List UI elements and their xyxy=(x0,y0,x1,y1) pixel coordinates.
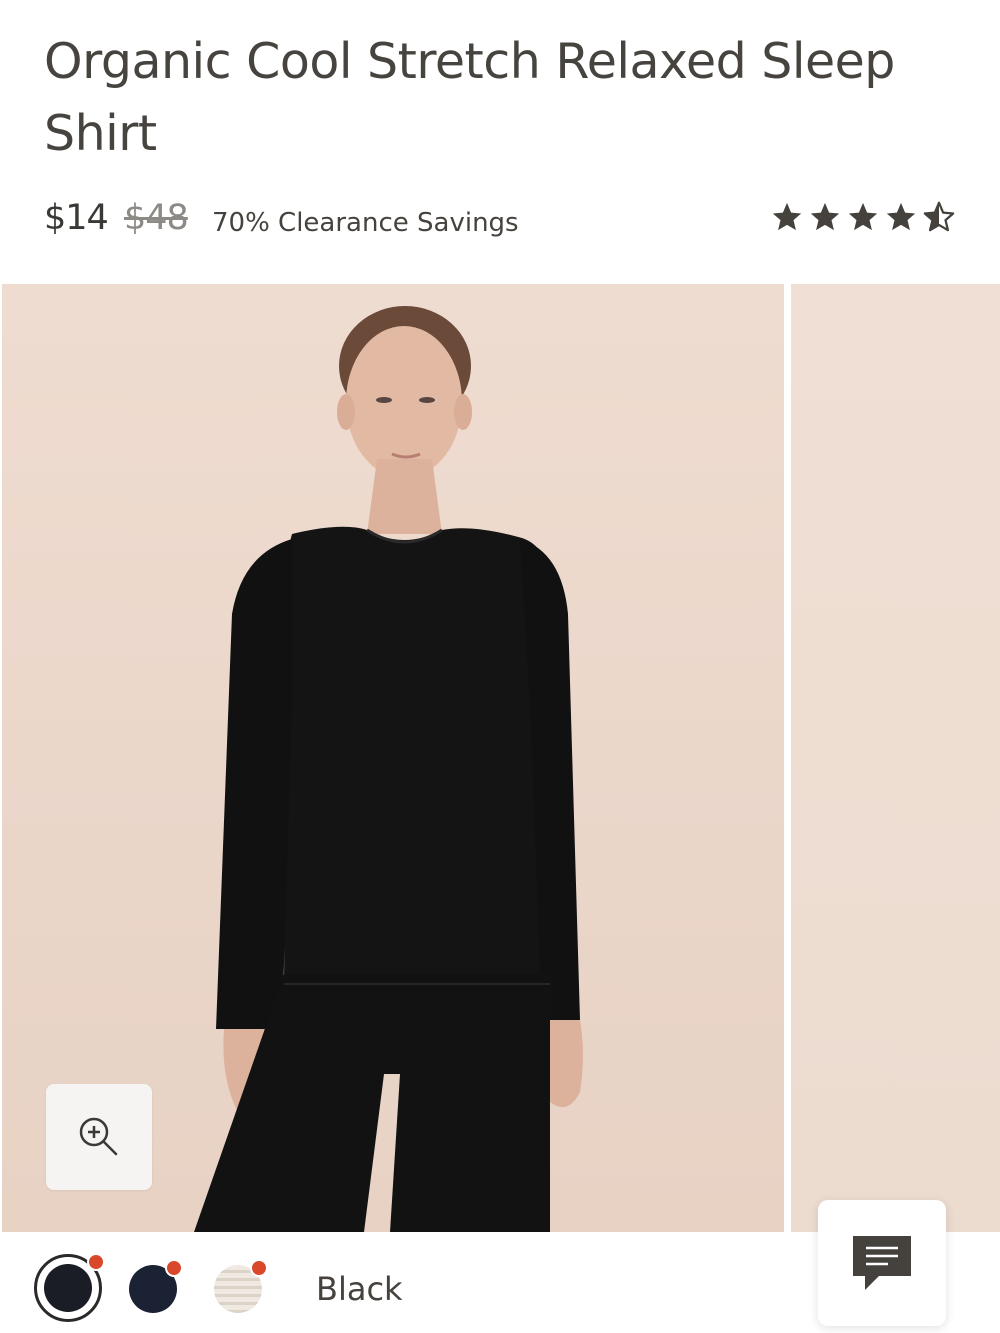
star-full-icon xyxy=(886,202,916,231)
swatch-badge xyxy=(250,1259,268,1277)
product-image-gallery[interactable] xyxy=(0,284,1000,1232)
chat-button[interactable] xyxy=(818,1200,946,1326)
original-price: $48 xyxy=(124,198,189,238)
star-half-icon xyxy=(923,201,955,232)
product-image-next[interactable] xyxy=(791,284,1000,1232)
star-full-icon xyxy=(772,202,802,231)
swatch-badge xyxy=(87,1253,105,1271)
price-row: $14 $48 70% Clearance Savings xyxy=(44,196,956,246)
star-full-icon xyxy=(848,202,878,231)
color-swatch-navy[interactable] xyxy=(129,1259,183,1313)
swatch-badge xyxy=(165,1259,183,1277)
zoom-button[interactable] xyxy=(46,1084,152,1190)
color-swatch-stripe[interactable] xyxy=(214,1259,268,1313)
current-price: $14 xyxy=(44,198,109,238)
star-full-icon xyxy=(810,202,840,231)
zoom-in-icon xyxy=(79,1117,118,1156)
selected-color-label: Black xyxy=(316,1270,403,1308)
color-swatch-black[interactable] xyxy=(34,1253,105,1322)
savings-label: 70% Clearance Savings xyxy=(212,208,519,238)
product-page: Organic Cool Stretch Relaxed Sleep Shirt… xyxy=(0,0,1000,1333)
swatch-fill xyxy=(44,1264,92,1312)
chat-icon xyxy=(853,1236,911,1290)
product-title: Organic Cool Stretch Relaxed Sleep Shirt xyxy=(44,33,895,162)
rating-stars[interactable] xyxy=(770,200,956,234)
product-image-main[interactable] xyxy=(2,284,784,1232)
